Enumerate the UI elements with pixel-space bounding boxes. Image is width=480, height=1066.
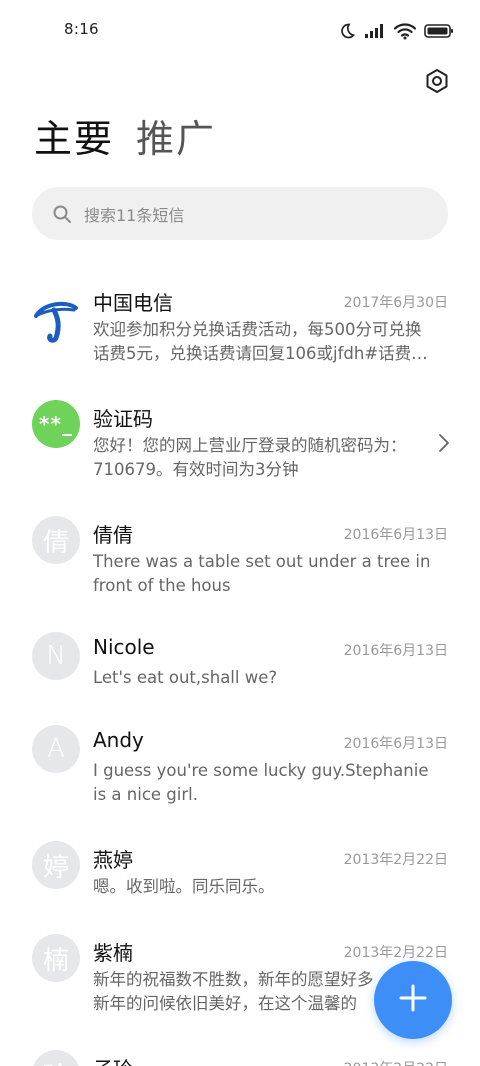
search-input[interactable]: 搜索11条短信: [32, 187, 448, 240]
avatar: 楠: [32, 934, 80, 982]
message-date: 2016年6月13日: [343, 736, 448, 752]
signal-icon: [364, 23, 386, 39]
wifi-icon: [394, 22, 416, 40]
message-date: 2013年2月22日: [344, 1058, 448, 1066]
settings-button[interactable]: [420, 66, 454, 100]
status-time: 8:16: [64, 20, 99, 38]
message-preview: Let's eat out,shall we?: [93, 666, 443, 690]
avatar: **_: [32, 400, 80, 448]
sender-name: 中国电信: [93, 291, 173, 315]
avatar: N: [32, 632, 80, 680]
preview-line: 嗯。收到啦。同乐同乐。: [93, 877, 275, 896]
sender-name: 燕婷: [93, 848, 133, 872]
tab-promotions[interactable]: 推广: [136, 120, 216, 158]
search-placeholder: 搜索11条短信: [84, 205, 185, 225]
sender-name: 验证码: [93, 407, 153, 431]
preview-line: 话费5元，兑换话费请回复106或jfdh#话费…: [93, 344, 428, 363]
sender-name: Andy: [93, 728, 144, 752]
preview-line: is a nice girl.: [93, 785, 198, 804]
message-preview: I guess you're some lucky guy.Stephanie …: [93, 759, 443, 807]
message-preview: 您好！您的网上营业厅登录的随机密码为： 710679。有效时间为3分钟: [93, 434, 443, 482]
tab-primary[interactable]: 主要: [34, 120, 114, 158]
message-row[interactable]: N Nicole 2016年6月13日 Let's eat out,shall …: [0, 632, 480, 702]
message-date: 2016年6月13日: [343, 643, 448, 659]
sender-name: 倩倩: [93, 523, 133, 547]
compose-button[interactable]: [374, 961, 452, 1039]
sender-name: 紫楠: [93, 941, 133, 965]
message-preview: 欢迎参加积分兑换话费活动，每500分可兑换 话费5元，兑换话费请回复106或jf…: [93, 318, 443, 366]
avatar: 婷: [32, 841, 80, 889]
message-date: 2017年6月30日: [343, 295, 448, 311]
message-row[interactable]: 玲 子玲 2013年2月22日: [0, 1050, 480, 1066]
battery-icon: [424, 23, 454, 39]
message-row[interactable]: A Andy 2016年6月13日 I guess you're some lu…: [0, 725, 480, 815]
message-preview: 嗯。收到啦。同乐同乐。: [93, 875, 443, 899]
gear-icon: [424, 68, 450, 98]
avatar: 玲: [32, 1050, 80, 1066]
chevron-right-icon[interactable]: [438, 433, 450, 457]
search-icon: [52, 204, 72, 224]
sender-name: 子玲: [93, 1053, 133, 1066]
message-preview: There was a table set out under a tree i…: [93, 550, 443, 598]
message-row[interactable]: 倩 倩倩 2016年6月13日 There was a table set ou…: [0, 516, 480, 606]
message-row[interactable]: 中国电信 2017年6月30日 欢迎参加积分兑换话费活动，每500分可兑换 话费…: [0, 284, 480, 384]
plus-icon: [399, 984, 427, 1016]
message-row[interactable]: 婷 燕婷 2013年2月22日 嗯。收到啦。同乐同乐。: [0, 841, 480, 911]
preview-line: I guess you're some lucky guy.Stephanie: [93, 761, 429, 780]
avatar: 倩: [32, 516, 80, 564]
preview-line: 710679。有效时间为3分钟: [93, 460, 299, 479]
preview-line: 您好！您的网上营业厅登录的随机密码为：: [93, 436, 407, 455]
status-bar: 8:16: [0, 0, 480, 62]
message-row[interactable]: **_ 验证码 您好！您的网上营业厅登录的随机密码为： 710679。有效时间为…: [0, 400, 480, 490]
tab-bar: 主要 推广: [34, 120, 216, 158]
preview-line: Let's eat out,shall we?: [93, 668, 278, 687]
preview-line: There was a table set out under a tree i…: [93, 552, 431, 571]
avatar: A: [32, 725, 80, 773]
message-date: 2013年2月22日: [343, 852, 448, 868]
telecom-logo-icon: [32, 296, 80, 344]
moon-icon: [338, 22, 356, 40]
message-date: 2013年2月22日: [343, 945, 448, 961]
preview-line: front of the hous: [93, 576, 231, 595]
status-icons: [338, 20, 454, 42]
message-date: 2016年6月13日: [343, 527, 448, 543]
sender-name: Nicole: [93, 635, 155, 659]
preview-line: 欢迎参加积分兑换话费活动，每500分可兑换: [93, 320, 422, 339]
